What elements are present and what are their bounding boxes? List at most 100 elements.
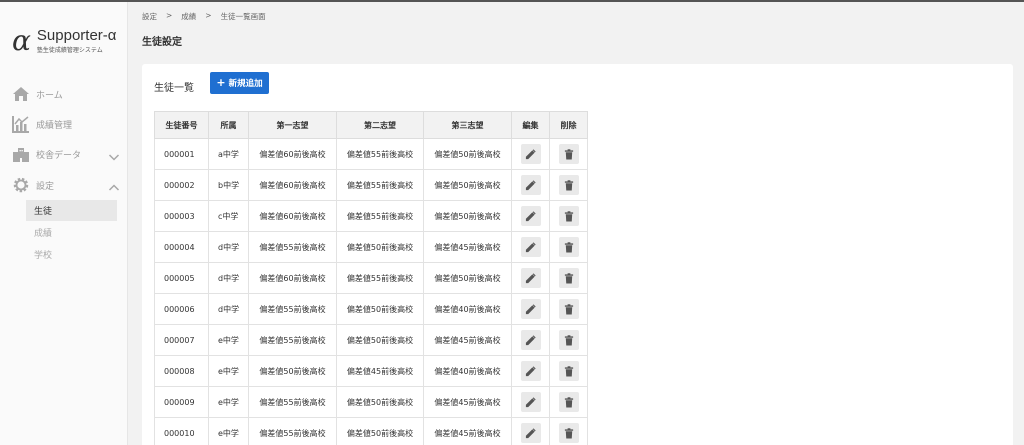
delete-button[interactable] [558,206,579,226]
cell-delete [549,169,588,201]
cell-second-choice: 偏差値45前後高校 [336,355,424,387]
cell-school: e中学 [208,324,249,356]
table-row: 000009 e中学 偏差値55前後高校 偏差値50前後高校 偏差値45前後高校 [154,386,588,418]
student-table: 生徒番号 所属 第一志望 第二志望 第三志望 編集 削除 000001 a中学 偏差… [154,111,588,445]
edit-button[interactable] [520,237,541,257]
cell-third-choice: 偏差値50前後高校 [423,138,512,170]
breadcrumb: 設定 > 成績 > 生徒一覧画面 [142,11,266,22]
trash-icon [564,396,574,408]
gear-icon [12,176,30,194]
cell-delete [549,386,588,418]
app-logo[interactable]: α Supporter-α 塾生徒成績管理システム [12,27,117,55]
cell-first-choice: 偏差値55前後高校 [248,231,337,263]
home-icon [12,85,30,103]
delete-button[interactable] [558,268,579,288]
pencil-icon [525,179,536,191]
cell-edit [511,417,550,445]
sidebar-subitem-grades[interactable]: 成績 [26,222,117,243]
edit-button[interactable] [520,144,541,164]
cell-student-id: 000005 [154,262,209,294]
edit-button[interactable] [520,206,541,226]
pencil-icon [525,148,536,160]
pencil-icon [525,365,536,377]
trash-icon [564,272,574,284]
cell-school: e中学 [208,355,249,387]
table-body: 000001 a中学 偏差値60前後高校 偏差値55前後高校 偏差値50前後高校 0000… [154,138,588,445]
sidebar-subitem-students[interactable]: 生徒 [26,200,117,221]
add-new-button[interactable]: + 新規追加 [210,72,269,94]
delete-button[interactable] [558,423,579,443]
logo-text: Supporter-α 塾生徒成績管理システム [37,28,117,55]
cell-delete [549,355,588,387]
chevron-up-icon[interactable] [108,179,120,191]
sidebar-item-grades[interactable]: 成績管理 [12,113,120,135]
delete-button[interactable] [558,361,579,381]
column-header: 削除 [549,111,588,139]
cell-second-choice: 偏差値55前後高校 [336,169,424,201]
cell-first-choice: 偏差値55前後高校 [248,417,337,445]
cell-second-choice: 偏差値50前後高校 [336,417,424,445]
trash-icon [564,365,574,377]
column-header: 編集 [511,111,550,139]
cell-second-choice: 偏差値50前後高校 [336,293,424,325]
cell-edit [511,138,550,170]
breadcrumb-item[interactable]: 成績 [181,11,196,22]
edit-button[interactable] [520,299,541,319]
app-subtitle: 塾生徒成績管理システム [36,47,103,54]
sidebar: α Supporter-α 塾生徒成績管理システム ホーム 成績管理 校舎データ… [0,2,128,445]
sidebar-subitem-schools[interactable]: 学校 [26,244,117,265]
delete-button[interactable] [558,392,579,412]
edit-button[interactable] [520,175,541,195]
page-title: 生徒設定 [142,37,182,48]
pencil-icon [525,334,536,346]
table-row: 000007 e中学 偏差値55前後高校 偏差値50前後高校 偏差値45前後高校 [154,324,588,356]
delete-button[interactable] [558,175,579,195]
pencil-icon [525,272,536,284]
cell-second-choice: 偏差値55前後高校 [336,138,424,170]
cell-first-choice: 偏差値50前後高校 [248,355,337,387]
table-header-row: 生徒番号 所属 第一志望 第二志望 第三志望 編集 削除 [154,111,588,139]
cell-delete [549,293,588,325]
pencil-icon [525,210,536,222]
cell-delete [549,262,588,294]
cell-edit [511,386,550,418]
edit-button[interactable] [520,361,541,381]
table-row: 000008 e中学 偏差値50前後高校 偏差値45前後高校 偏差値40前後高校 [154,355,588,387]
cell-school: e中学 [208,417,249,445]
cell-school: d中学 [208,231,249,263]
trash-icon [564,303,574,315]
cell-third-choice: 偏差値45前後高校 [423,386,512,418]
cell-second-choice: 偏差値50前後高校 [336,324,424,356]
sidebar-item-school-data[interactable]: 校舎データ [12,143,120,165]
cell-student-id: 000001 [154,138,209,170]
student-list-card: 生徒一覧 + 新規追加 生徒番号 所属 第一志望 第二志望 第三志望 編集 削除… [142,64,1013,445]
edit-button[interactable] [520,268,541,288]
column-header: 第二志望 [336,111,424,139]
sidebar-item-home[interactable]: ホーム [12,83,120,105]
breadcrumb-separator: > [166,11,173,20]
delete-button[interactable] [558,144,579,164]
delete-button[interactable] [558,330,579,350]
sidebar-item-label: 成績管理 [36,120,73,131]
cell-student-id: 000008 [154,355,209,387]
cell-school: b中学 [208,169,249,201]
cell-delete [549,138,588,170]
breadcrumb-item[interactable]: 設定 [142,11,157,22]
trash-icon [564,334,574,346]
table-row: 000001 a中学 偏差値60前後高校 偏差値55前後高校 偏差値50前後高校 [154,138,588,170]
table-row: 000010 e中学 偏差値55前後高校 偏差値50前後高校 偏差値45前後高校 [154,417,588,445]
delete-button[interactable] [558,299,579,319]
edit-button[interactable] [520,392,541,412]
cell-school: d中学 [208,262,249,294]
sidebar-item-settings[interactable]: 設定 [12,174,120,196]
cell-delete [549,417,588,445]
cell-first-choice: 偏差値55前後高校 [248,293,337,325]
chevron-down-icon[interactable] [108,148,120,161]
edit-button[interactable] [520,423,541,443]
edit-button[interactable] [520,330,541,350]
delete-button[interactable] [558,237,579,257]
sidebar-item-label: 校舎データ [36,150,82,161]
cell-student-id: 000010 [154,417,209,445]
cell-second-choice: 偏差値50前後高校 [336,386,424,418]
cell-edit [511,200,550,232]
